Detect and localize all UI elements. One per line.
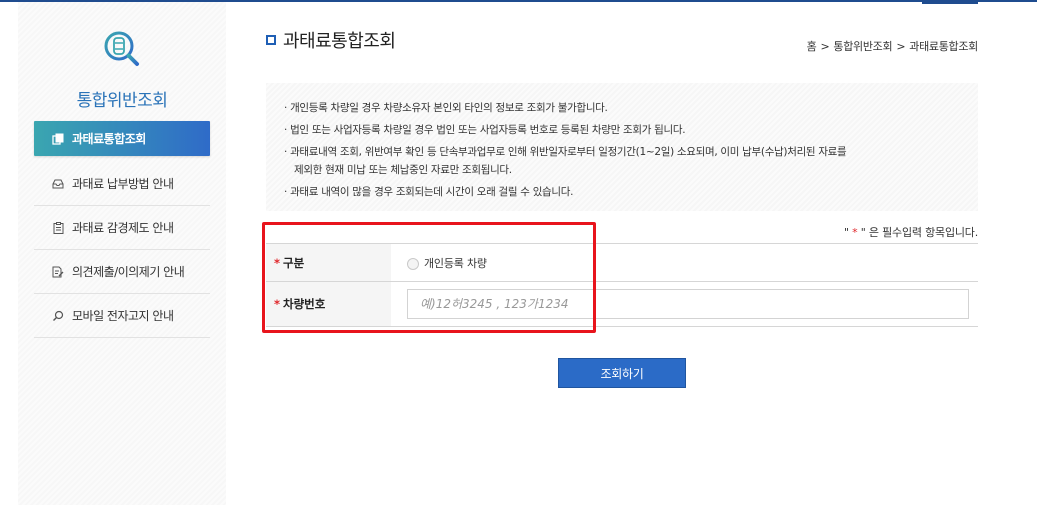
sidebar-item-label: 과태료 납부방법 안내 bbox=[72, 177, 174, 191]
search-button[interactable]: 조회하기 bbox=[558, 358, 686, 388]
notice-box: · 개인등록 차량일 경우 차량소유자 본인외 타인의 정보로 조회가 불가합니… bbox=[266, 83, 978, 211]
edit-document-icon bbox=[50, 265, 66, 279]
sidebar: 통합위반조회 과태료통합조회 과태료 납부방법 안내 과태료 감경제도 안내 의… bbox=[18, 2, 226, 505]
notice-line: · 개인등록 차량일 경우 차량소유자 본인외 타인의 정보로 조회가 불가합니… bbox=[284, 102, 608, 114]
breadcrumb-separator: > bbox=[896, 40, 906, 53]
sidebar-item-integrated-inquiry[interactable]: 과태료통합조회 bbox=[34, 121, 210, 156]
highlight-box bbox=[262, 222, 596, 333]
sidebar-item-payment-method[interactable]: 과태료 납부방법 안내 bbox=[34, 162, 210, 206]
breadcrumb-home[interactable]: 홈 bbox=[807, 40, 817, 53]
sidebar-item-label: 모바일 전자고지 안내 bbox=[72, 309, 174, 323]
page-title-text: 과태료통합조회 bbox=[283, 31, 396, 52]
sidebar-menu: 과태료통합조회 과태료 납부방법 안내 과태료 감경제도 안내 의견제출/이의제… bbox=[34, 121, 210, 338]
sidebar-item-label: 과태료 감경제도 안내 bbox=[72, 221, 174, 235]
breadcrumb-separator: > bbox=[820, 40, 830, 53]
required-note-suffix: " 은 필수입력 항목입니다. bbox=[857, 226, 978, 239]
search-icon bbox=[50, 309, 66, 323]
required-note-prefix: " bbox=[843, 226, 853, 239]
required-field-note: " * " 은 필수입력 항목입니다. bbox=[844, 224, 978, 240]
document-stack-icon bbox=[50, 132, 66, 146]
notice-line: 제외한 현재 미납 또는 체납중인 자료만 조회됩니다. bbox=[294, 164, 512, 176]
sidebar-item-label: 과태료통합조회 bbox=[72, 132, 146, 146]
car-search-icon bbox=[102, 29, 142, 69]
sidebar-item-objection[interactable]: 의견제출/이의제기 안내 bbox=[34, 250, 210, 294]
sidebar-item-reduction-system[interactable]: 과태료 감경제도 안내 bbox=[34, 206, 210, 250]
sidebar-title: 통합위반조회 bbox=[76, 91, 168, 111]
sidebar-item-label: 의견제출/이의제기 안내 bbox=[72, 265, 185, 279]
tray-icon bbox=[50, 177, 66, 191]
notice-line: · 법인 또는 사업자등록 차량일 경우 법인 또는 사업자등록 번호로 등록된… bbox=[284, 124, 686, 136]
breadcrumb: 홈 > 통합위반조회 > 과태료통합조회 bbox=[807, 38, 979, 54]
notice-line: · 과태료 내역이 많을 경우 조회되는데 시간이 오래 걸릴 수 있습니다. bbox=[284, 186, 574, 198]
breadcrumb-integrated-violation[interactable]: 통합위반조회 bbox=[833, 40, 892, 53]
top-active-tab-indicator bbox=[922, 0, 978, 4]
clipboard-icon bbox=[50, 221, 66, 235]
notice-line: · 과태료내역 조회, 위반여부 확인 등 단속부과업무로 인해 위반일자로부터… bbox=[284, 146, 847, 158]
breadcrumb-current: 과태료통합조회 bbox=[909, 40, 978, 53]
sidebar-item-mobile-notice[interactable]: 모바일 전자고지 안내 bbox=[34, 294, 210, 338]
page-title: 과태료통합조회 bbox=[266, 27, 396, 53]
title-square-icon bbox=[266, 35, 276, 45]
